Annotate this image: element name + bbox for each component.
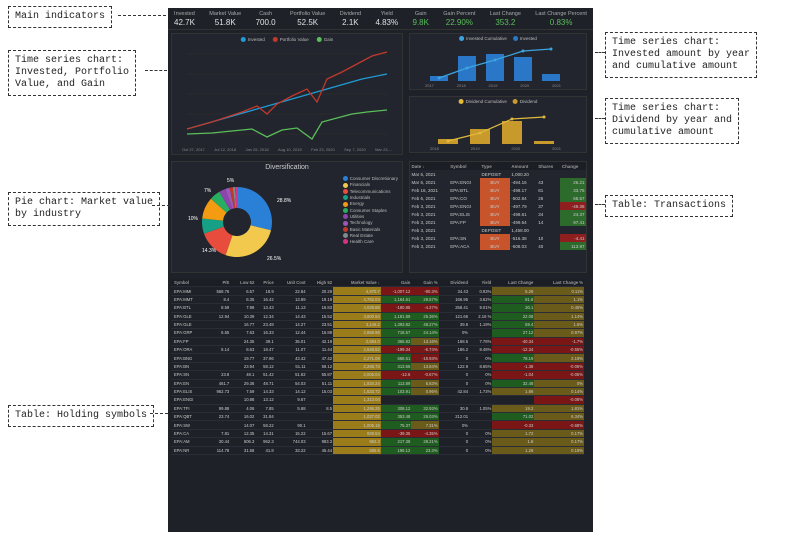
annotation-ts-chart: Time series chart: Invested, Portfolio V…	[8, 50, 136, 96]
transaction-row[interactable]: Mar 6, 2021DEPOSIT1,000.20	[410, 170, 586, 178]
svg-text:14.3%: 14.3%	[202, 248, 217, 254]
svg-text:5%: 5%	[227, 178, 235, 184]
chart-legend: Dividend Cumulative Dividend	[459, 99, 538, 104]
holding-row[interactable]: EPA:GLE16.7723.4814.2723.513,146.21,393.…	[171, 320, 584, 328]
line-chart-svg	[172, 34, 402, 154]
holding-row[interactable]: EPA:BTL8.597.9813.4311.1316.834,029.86-1…	[171, 304, 584, 312]
kpi-yield: Yield4.83%	[375, 11, 398, 27]
kpi-last-change: Last Change353.2	[490, 11, 521, 27]
holding-row[interactable]: EPA:QBT23.7416.0231.841,027.02353.4826.0…	[171, 413, 584, 421]
chart-portfolio-timeseries[interactable]: Invested Portfolio Value Gain Oct 27, 20…	[171, 33, 403, 155]
transaction-row[interactable]: Feb 3, 2021EPA:ACABUY-508.0340113.97	[410, 242, 586, 250]
holding-row[interactable]: EPA:CA7.8112.3514.3115.2215.67929.54-39.…	[171, 429, 584, 437]
holding-row[interactable]: EPA:MMT8.48.3516.4213.8919.194,762.041,1…	[171, 295, 584, 303]
holding-row[interactable]: EPA:SW14.0758.2290.11,006.1875.377.31%0%…	[171, 421, 584, 429]
annotation-transactions: Table: Transactions	[605, 195, 733, 217]
chart-title: Diversification	[265, 164, 309, 171]
holding-row[interactable]: EPA:ORA6.148.6318.4711.0711.442,648.82-1…	[171, 346, 584, 354]
holding-row[interactable]: EPA:BN23.9458.1251.1159.122,266.73313.66…	[171, 362, 584, 370]
kpi-last-change-percent: Last Change Percent0.83%	[535, 11, 587, 27]
holding-row[interactable]: EPA:GRP6.557.6316.3312.4416.892,858.9671…	[171, 329, 584, 337]
chart-legend: Invested Portfolio Value Gain	[241, 37, 333, 42]
transaction-row[interactable]: Feb 3, 2021DEPOSIT1,458.00	[410, 226, 586, 234]
holding-row[interactable]: EPA:TFI99.884.067.855.688.51,295.25308.1…	[171, 404, 584, 412]
holding-row[interactable]: EPA:MMI568.766.5718.922.8420.294,970.7-1…	[171, 287, 584, 295]
holding-row[interactable]: EPA:AM30.44606.3962.3744.03983.3962.3217…	[171, 438, 584, 446]
annotation-dividend-chart: Time series chart: Dividend by year and …	[605, 98, 739, 144]
bar-chart-svg	[410, 34, 586, 89]
portfolio-dashboard: Invested42.7K Market Value51.8K Cash700.0 P…	[168, 8, 593, 532]
kpi-dividend: Dividend2.1K	[340, 11, 361, 27]
svg-text:7%: 7%	[204, 188, 212, 194]
bar-chart-svg	[410, 97, 586, 152]
kpi-gain: Gain9.8K	[412, 11, 428, 27]
kpi-gain-percent: Gain Percent22.90%	[443, 11, 475, 27]
kpi-strip: Invested42.7K Market Value51.8K Cash700.0 P…	[168, 8, 593, 30]
kpi-cash: Cash700.0	[256, 11, 276, 27]
holding-row[interactable]: EPA:GLE12.9410.3912.3414.4315.523,600.64…	[171, 312, 584, 320]
transaction-row[interactable]: Feb 3, 2021EPA:ENGIBUY-497.7937-49.36	[410, 202, 586, 210]
holding-row[interactable]: EPA:FP24.3539.135.0142.192,694.0365.8213…	[171, 337, 584, 345]
chart-invested-yearly[interactable]: Invested Cumulative Invested 20172018201…	[409, 33, 587, 90]
transaction-row[interactable]: Feb 6, 2021EPA:COBUY-502.842668.57	[410, 194, 586, 202]
transaction-row[interactable]: Mar 6, 2021EPA:ENGIBUY-494.164326.21	[410, 178, 586, 186]
annotation-holdings: Table: Holding symbols	[8, 405, 154, 427]
holding-row[interactable]: EPA:ELIS962.737.5914.3314.1215.031,533.7…	[171, 387, 584, 395]
holding-row[interactable]: EPA:ENGI10.8813.129.671,313.04-0.08%	[171, 396, 584, 404]
annotation-main-indicators: Main indicators	[8, 6, 112, 28]
transactions-table[interactable]: Date ↓SymbolTypeAmountSharesChangeMar 6,…	[409, 161, 587, 273]
holdings-table[interactable]: SymbolP/ELow 52PriceUnit CostHigh 52Mark…	[171, 279, 584, 455]
svg-text:10%: 10%	[188, 216, 199, 222]
chart-dividend-yearly[interactable]: Dividend Cumulative Dividend 20182019202…	[409, 96, 587, 153]
annotation-invested-chart: Time series chart: Invested amount by ye…	[605, 32, 757, 78]
chart-legend: Invested Cumulative Invested	[459, 36, 537, 41]
svg-text:26.5%: 26.5%	[267, 256, 282, 262]
kpi-market-value: Market Value51.8K	[209, 11, 241, 27]
transaction-row[interactable]: Feb 16, 2021EPA:BTLBUY-498.178133.76	[410, 186, 586, 194]
transaction-row[interactable]: Feb 3, 2021EPA:SNBUY-516.3810-4.41	[410, 234, 586, 242]
chart-diversification-pie[interactable]: Diversification 28.8%26.5%14.3%10%7%5% C…	[171, 161, 403, 273]
holding-row[interactable]: EPA:BNG19.7737.9643.4247.422,271.08668.5…	[171, 354, 584, 362]
kpi-portfolio-value: Portfolio Value52.5K	[290, 11, 325, 27]
svg-text:28.8%: 28.8%	[277, 198, 292, 204]
holding-row[interactable]: EPA:EN461.729.3648.7154.0351.111,834.241…	[171, 379, 584, 387]
holding-row[interactable]: EPA:NR114.7831.5841.833.2245.44685.6196.…	[171, 446, 584, 454]
transaction-row[interactable]: Feb 3, 2021EPA:FPBUY-499.641497.41	[410, 218, 586, 226]
annotation-pie: Pie chart: Market value by industry	[8, 192, 160, 226]
transaction-row[interactable]: Feb 3, 2021EPA:ELISBUY-498.613424.37	[410, 210, 586, 218]
holding-row[interactable]: EPA:SN23.848.151.4251.8255.872,006.04-12…	[171, 371, 584, 379]
kpi-invested: Invested42.7K	[174, 11, 195, 27]
